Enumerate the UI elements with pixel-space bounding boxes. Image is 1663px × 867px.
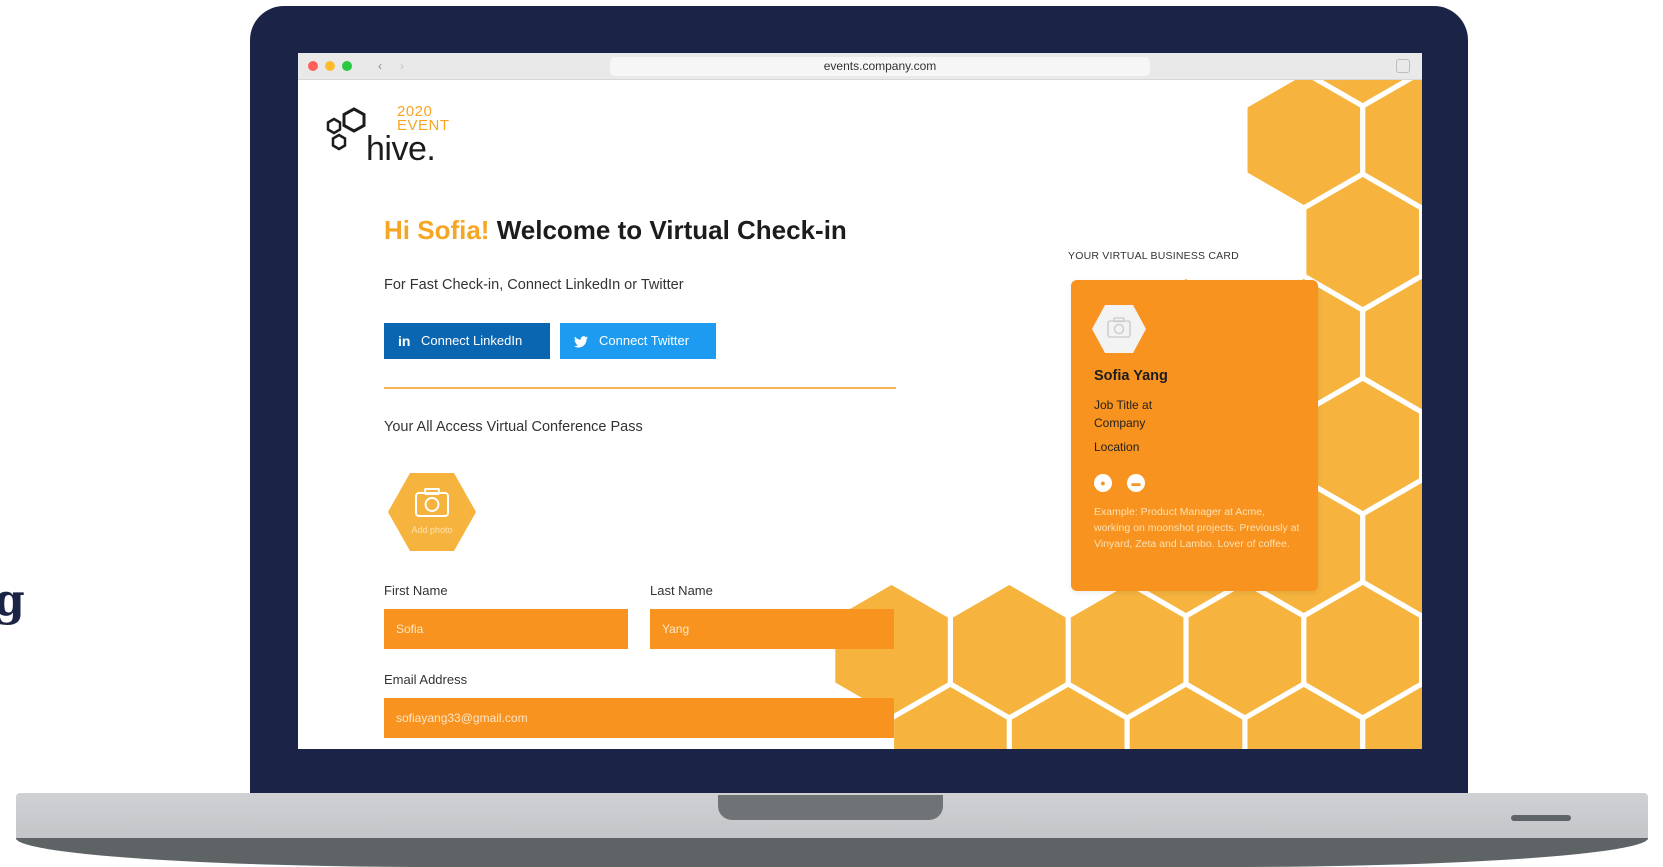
laptop-base-edge [16,838,1648,867]
connect-linkedin-label: Connect LinkedIn [421,333,523,348]
honeycomb-cell [1070,585,1184,715]
honeycomb-cell [1322,80,1403,103]
address-bar[interactable]: events.company.com [610,57,1150,76]
add-photo-label: Add photo [411,525,453,535]
last-name-label: Last Name [650,583,713,598]
last-name-field[interactable] [650,609,894,649]
card-bio: Example: Product Manager at Acme, workin… [1094,506,1300,550]
connect-instructions: For Fast Check-in, Connect LinkedIn or T… [384,277,684,293]
twitter-bird-icon [574,323,588,359]
email-field[interactable] [384,698,894,738]
honeycomb-cell [1306,585,1419,715]
cropped-text: g [0,575,25,626]
honeycomb-cell [1365,80,1422,205]
business-card: Sofia Yang Job Title at Company Location… [1071,280,1318,591]
honeycomb-cell [1129,687,1243,749]
first-name-label: First Name [384,583,448,598]
honeycomb-cell [953,585,1066,715]
honeycomb-cell [894,687,1007,749]
logo-wordmark: hive. [366,130,436,168]
card-job-title: Job Title at Company [1094,398,1153,430]
chevron-left-icon[interactable]: ‹ [371,58,389,74]
connect-twitter-button[interactable]: Connect Twitter [560,323,716,359]
card-photo-placeholder[interactable] [1091,304,1147,354]
honeycomb-cell [1365,687,1422,749]
laptop-screen: ‹ › events.company.com 2020 EVENT hive. … [298,53,1422,749]
honeycomb-cell [1365,279,1422,409]
pass-title: Your All Access Virtual Conference Pass [384,419,643,435]
connect-twitter-label: Connect Twitter [599,333,690,348]
greeting-name: Hi Sofia! [384,215,490,245]
first-name-field[interactable] [384,609,628,649]
section-divider [384,387,896,389]
business-card-heading: YOUR VIRTUAL BUSINESS CARD [1068,250,1239,262]
greeting-message: Welcome to Virtual Check-in [496,215,847,245]
laptop-slot [1511,815,1571,821]
honeycomb-cell [1306,177,1419,307]
connect-linkedin-button[interactable]: in Connect LinkedIn [384,323,550,359]
maximize-window-icon[interactable] [342,61,352,71]
honeycomb-cell [1247,687,1361,749]
page-title: Hi Sofia! Welcome to Virtual Check-in [384,215,847,246]
card-location: Location [1094,440,1140,454]
honeycomb-cell [1365,483,1422,613]
card-linkedin-icon[interactable]: ● [1094,474,1112,492]
linkedin-icon: in [398,333,411,349]
honeycomb-cell [1306,381,1419,511]
hexagon-logo-icon [326,107,366,151]
card-twitter-icon[interactable]: ▬ [1127,474,1145,492]
email-label: Email Address [384,672,468,687]
laptop-notch [718,795,943,820]
browser-toolbar: ‹ › events.company.com [298,53,1422,80]
share-icon[interactable] [1396,59,1410,73]
honeycomb-cell [1188,585,1302,715]
honeycomb-cell [1011,687,1125,749]
add-photo-button[interactable] [386,471,478,553]
honeycomb-cell [835,585,948,715]
honeycomb-cell [1247,80,1361,205]
minimize-window-icon[interactable] [325,61,335,71]
chevron-right-icon[interactable]: › [393,58,411,74]
card-name: Sofia Yang [1094,368,1168,384]
close-window-icon[interactable] [308,61,318,71]
